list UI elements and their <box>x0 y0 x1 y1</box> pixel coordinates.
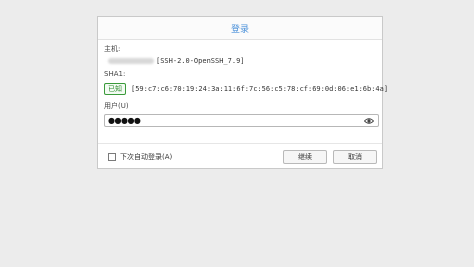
cancel-button-label: 取消 <box>348 153 362 161</box>
host-fingerprint: [59:c7:c6:70:19:24:3a:11:6f:7c:56:c5:78:… <box>131 85 389 93</box>
auto-login-option[interactable]: 下次自动登录(A) <box>108 152 172 162</box>
known-host-badge-text: 已知 <box>108 85 122 93</box>
footer-divider <box>98 143 382 144</box>
dialog-title: 登录 <box>230 24 249 35</box>
user-label: 用户(U) <box>104 102 129 110</box>
continue-button-label: 继续 <box>298 153 312 161</box>
auto-login-label: 下次自动登录(A) <box>120 153 173 161</box>
eye-icon[interactable] <box>363 116 375 126</box>
host-label: 主机: <box>104 45 121 53</box>
cancel-button[interactable]: 取消 <box>333 150 377 164</box>
host-version: [SSH-2.0-OpenSSH_7.9] <box>156 57 245 65</box>
password-value: ●●●●● <box>108 116 141 125</box>
auto-login-checkbox[interactable] <box>108 153 116 161</box>
sha1-label: SHA1: <box>104 70 126 78</box>
known-host-badge: 已知 <box>104 83 126 95</box>
host-address-redacted <box>108 58 154 64</box>
login-dialog: 登录 主机: [SSH-2.0-OpenSSH_7.9] SHA1: 已知 [5… <box>97 16 388 169</box>
password-input[interactable]: ●●●●● <box>104 114 379 127</box>
continue-button[interactable]: 继续 <box>283 150 327 164</box>
dialog-titlebar: 登录 <box>98 17 382 40</box>
